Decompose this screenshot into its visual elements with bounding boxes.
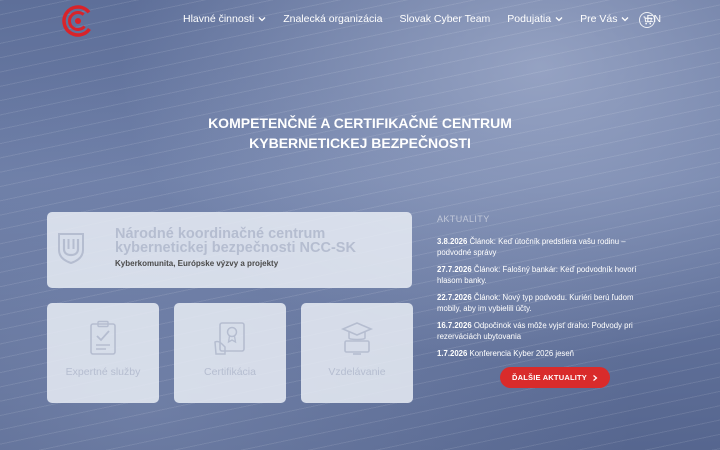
news-item[interactable]: 3.8.2026 Článok: Keď útočník predstiera … <box>437 236 659 258</box>
cart-button[interactable] <box>639 12 655 28</box>
news-date: 27.7.2026 <box>437 265 472 274</box>
news-date: 1.7.2026 <box>437 349 468 358</box>
card-certifikacia[interactable]: Certifikácia <box>174 303 286 403</box>
nav-item-label: Pre Vás <box>580 13 618 25</box>
nav-item-pre-vas[interactable]: Pre Vás <box>580 13 629 25</box>
card-label: Certifikácia <box>204 366 256 378</box>
nav-item-znalecka-organizacia[interactable]: Znalecká organizácia <box>283 13 382 25</box>
nav-item-label: Znalecká organizácia <box>283 13 383 25</box>
nav-item-label: Podujatia <box>507 13 552 25</box>
chevron-down-icon <box>258 17 266 22</box>
news-item[interactable]: 16.7.2026 Odpočinok vás môže vyjsť draho… <box>437 320 659 342</box>
page-title-line2: KYBERNETICKEJ BEZPEČNOSTI <box>249 135 471 151</box>
nav-item-hlavne-cinnosti[interactable]: Hlavné činnosti <box>183 13 266 25</box>
news-date: 22.7.2026 <box>437 293 472 302</box>
ncc-shield-icon <box>58 233 84 264</box>
nav-item-podujatia[interactable]: Podujatia <box>507 13 563 25</box>
page-title: KOMPETENČNÉ A CERTIFIKAČNÉ CENTRUM KYBER… <box>0 113 720 153</box>
education-icon <box>340 322 374 355</box>
news-item[interactable]: 27.7.2026 Článok: Falošný bankár: Keď po… <box>437 264 659 286</box>
card-title-line2: kybernetickej bezpečnosti NCC-SK <box>115 240 356 256</box>
more-news-label: ĎALŠIE AKTUALITY <box>511 373 587 382</box>
more-news-button[interactable]: ĎALŠIE AKTUALITY <box>500 367 610 388</box>
ncc-sk-card[interactable]: Národné koordinačné centrum kyberneticke… <box>47 212 412 288</box>
card-vzdelavanie[interactable]: Vzdelávanie <box>301 303 413 403</box>
card-expertne-sluzby[interactable]: Expertné služby <box>47 303 159 403</box>
nav-item-label: Slovak Cyber Team <box>399 13 491 25</box>
card-label: Expertné služby <box>65 366 141 378</box>
page-title-line1: KOMPETENČNÉ A CERTIFIKAČNÉ CENTRUM <box>208 115 512 131</box>
card-label: Vzdelávanie <box>328 366 386 378</box>
nav-item-slovak-cyber-team[interactable]: Slovak Cyber Team <box>399 13 490 25</box>
news-heading: AKTUALITY <box>437 214 490 224</box>
card-subtitle: Kyberkomunita, Európske výzvy a projekty <box>115 259 279 268</box>
news-date: 3.8.2026 <box>437 237 468 246</box>
card-title-line1: Národné koordinačné centrum <box>115 226 326 242</box>
news-date: 16.7.2026 <box>437 321 472 330</box>
c-logo-icon[interactable] <box>62 5 94 37</box>
chevron-right-icon <box>593 374 598 381</box>
cart-icon <box>642 15 652 24</box>
nav-item-label: Hlavné činnosti <box>183 13 255 25</box>
main-nav: Hlavné činnosti Znalecká organizácia Slo… <box>183 13 661 25</box>
clipboard-check-icon <box>90 320 116 355</box>
card-title: Národné koordinačné centrum kyberneticke… <box>115 226 405 256</box>
news-text: Konferencia Kyber 2026 jeseň <box>467 349 574 358</box>
news-item[interactable]: 22.7.2026 Článok: Nový typ podvodu. Kuri… <box>437 292 659 314</box>
chevron-down-icon <box>555 17 563 22</box>
certificate-icon <box>214 322 245 355</box>
chevron-down-icon <box>621 17 629 22</box>
news-item[interactable]: 1.7.2026 Konferencia Kyber 2026 jeseň <box>437 348 659 359</box>
